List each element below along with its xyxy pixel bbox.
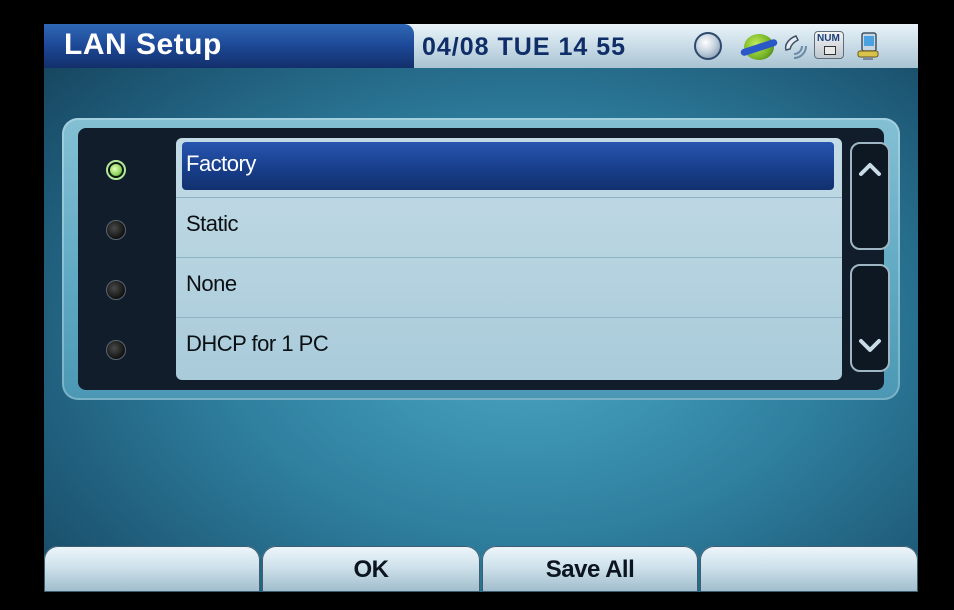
list-item-label: DHCP for 1 PC xyxy=(186,331,329,356)
lan-setup-screen: LAN Setup 04/08 TUE 14 55 NUM Factory St… xyxy=(44,24,918,592)
num-lock-label: NUM xyxy=(817,33,840,44)
pc-icon xyxy=(854,31,882,61)
radio-dhcp-1pc[interactable] xyxy=(106,340,126,360)
radio-column xyxy=(78,128,164,390)
list-item-static[interactable]: Static xyxy=(176,198,842,258)
options-panel: Factory Static None DHCP for 1 PC xyxy=(62,118,900,400)
list-item-none[interactable]: None xyxy=(176,258,842,318)
radio-factory[interactable] xyxy=(106,160,126,180)
ok-button-label: OK xyxy=(353,556,390,583)
scroll-up-button[interactable] xyxy=(850,142,890,250)
options-frame: Factory Static None DHCP for 1 PC xyxy=(78,128,890,390)
title-tab: LAN Setup xyxy=(44,24,414,68)
save-all-button-label: Save All xyxy=(545,556,635,583)
softkey-bar: OK Save All xyxy=(44,542,918,592)
globe-icon xyxy=(694,32,722,60)
ok-button[interactable]: OK xyxy=(262,546,480,592)
list-item-label: Factory xyxy=(186,151,256,176)
chevron-down-icon xyxy=(859,339,881,352)
network-globe-icon xyxy=(744,34,774,60)
scroll-down-button[interactable] xyxy=(850,264,890,372)
date-time-display: 04/08 TUE 14 55 xyxy=(422,33,627,61)
radio-static[interactable] xyxy=(106,220,126,240)
list-item-label: Static xyxy=(186,211,239,236)
page-title: LAN Setup xyxy=(64,28,222,61)
lan-mode-list: Factory Static None DHCP for 1 PC xyxy=(176,138,842,380)
list-item-factory[interactable]: Factory xyxy=(176,138,842,198)
chevron-up-icon xyxy=(859,163,881,176)
softkey-4[interactable] xyxy=(700,546,918,592)
softkey-1[interactable] xyxy=(44,546,260,592)
header-bar: LAN Setup 04/08 TUE 14 55 NUM xyxy=(44,24,918,68)
num-lock-icon: NUM xyxy=(814,31,844,59)
list-item-label: None xyxy=(186,271,237,296)
radio-none[interactable] xyxy=(106,280,126,300)
phone-ring-icon xyxy=(780,32,808,60)
save-all-button[interactable]: Save All xyxy=(482,546,698,592)
list-item-dhcp-1pc[interactable]: DHCP for 1 PC xyxy=(176,318,842,378)
